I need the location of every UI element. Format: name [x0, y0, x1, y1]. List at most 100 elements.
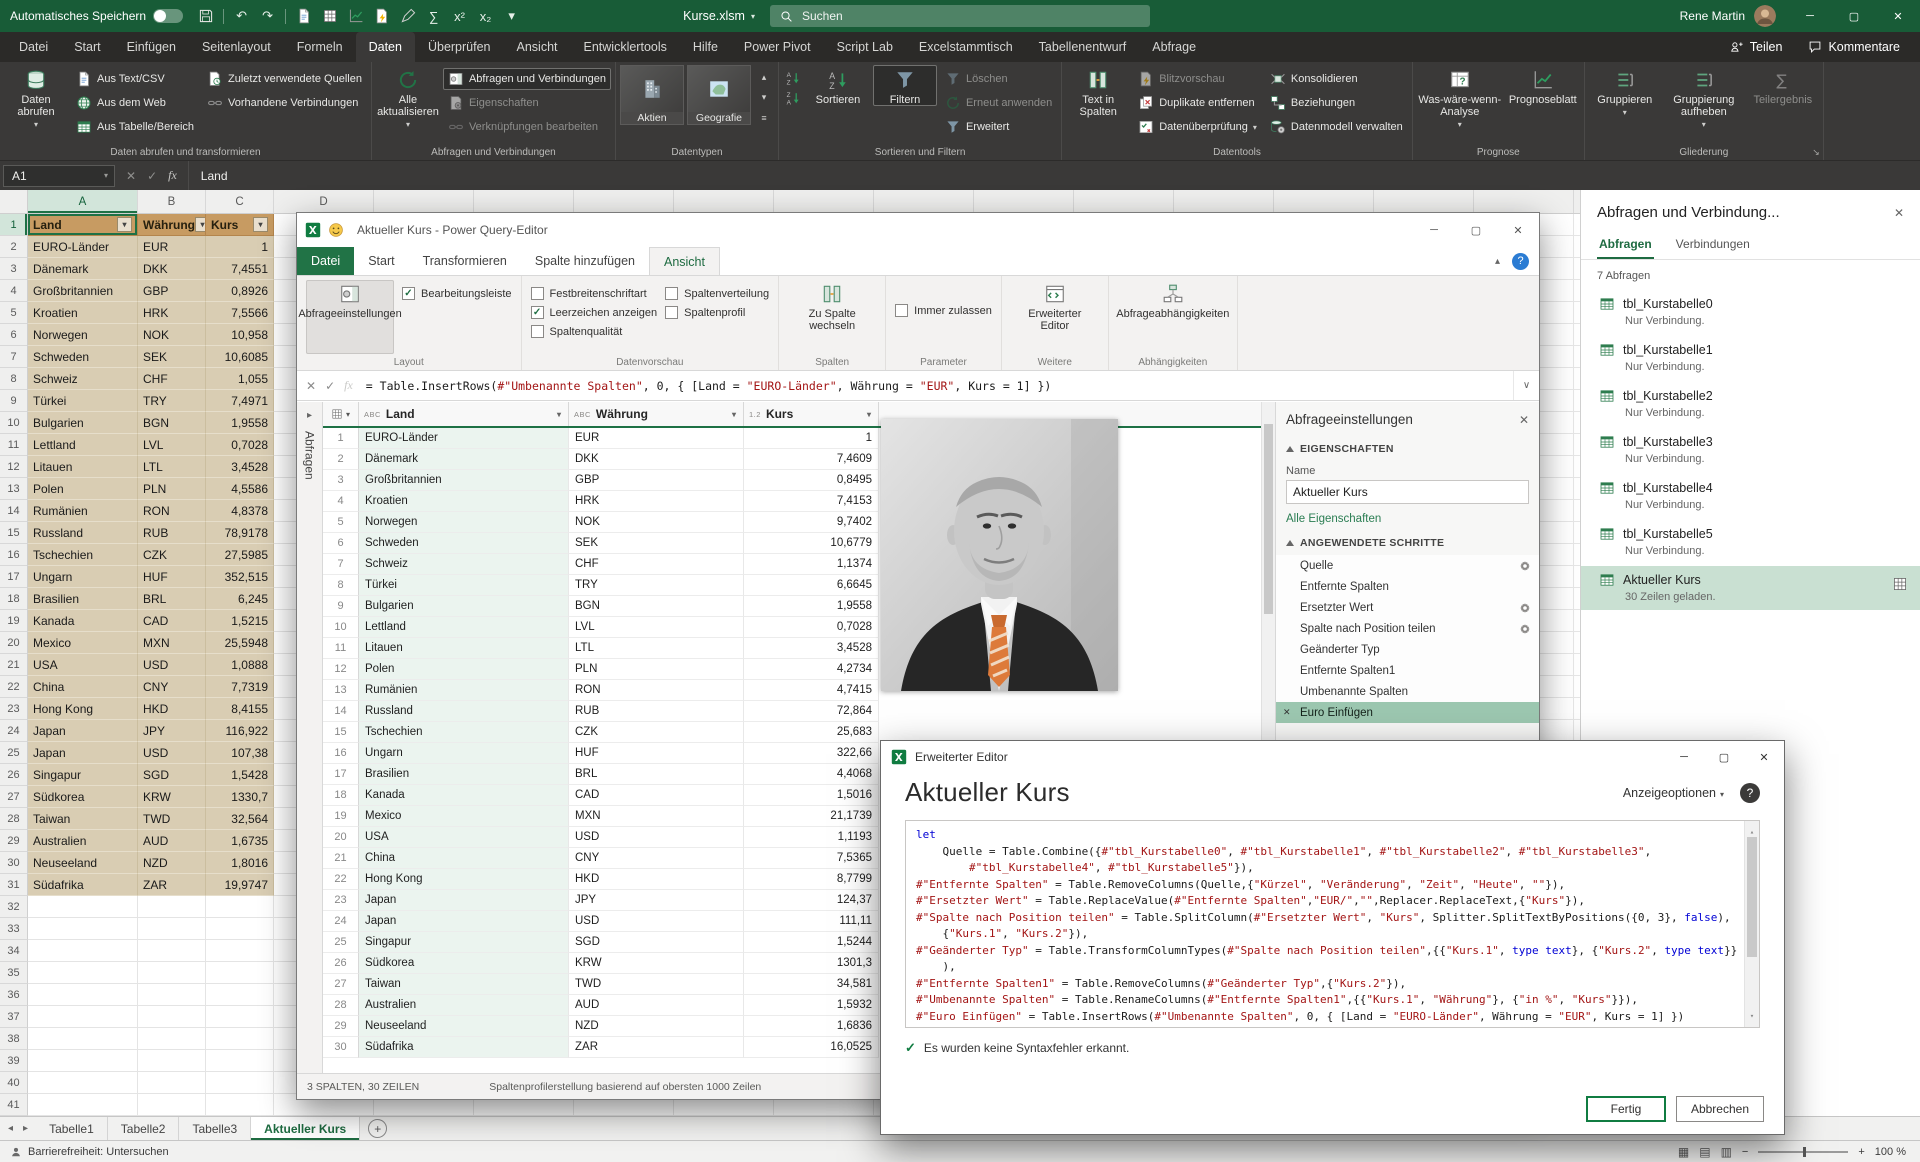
sheet-cell[interactable]: TWD — [138, 808, 206, 830]
applied-step-entfernte-spalten1[interactable]: Entfernte Spalten1 — [1276, 660, 1539, 681]
sheet-cell[interactable]: 27,5985 — [206, 544, 274, 566]
advanced-editor-button[interactable]: Erweiterter Editor — [1011, 280, 1099, 354]
sheet-cell[interactable]: 1,5428 — [206, 764, 274, 786]
help-icon[interactable]: ? — [1512, 253, 1529, 270]
pq-cell[interactable]: 16,0525 — [744, 1037, 879, 1058]
sheet-cell[interactable]: 6,245 — [206, 588, 274, 610]
sheet-cell[interactable] — [138, 962, 206, 984]
pq-tab-start[interactable]: Start — [354, 247, 408, 275]
ae-maximize-button[interactable]: ▢ — [1704, 741, 1744, 773]
sheet-cell[interactable]: Brasilien — [28, 588, 138, 610]
sheet-cell[interactable]: China — [28, 676, 138, 698]
column-header-B[interactable]: B — [138, 190, 206, 213]
sheet-cell[interactable] — [138, 1094, 206, 1116]
autosave-toggle[interactable] — [153, 9, 183, 23]
sheet-cell[interactable]: HUF — [138, 566, 206, 588]
pq-row-number[interactable]: 21 — [323, 848, 359, 869]
pq-cell[interactable]: Russland — [359, 701, 569, 722]
ribbon-tab-script-lab[interactable]: Script Lab — [824, 32, 906, 62]
row-header-20[interactable]: 20 — [0, 632, 28, 654]
pq-row-number[interactable]: 3 — [323, 470, 359, 491]
sheet-cell[interactable] — [28, 962, 138, 984]
pq-tab-spalte-hinzuf-gen[interactable]: Spalte hinzufügen — [521, 247, 649, 275]
sheet-cell[interactable] — [206, 1094, 274, 1116]
sheet-cell[interactable] — [206, 1028, 274, 1050]
row-header-17[interactable]: 17 — [0, 566, 28, 588]
pq-column-header-land[interactable]: ABCLand▾ — [359, 402, 569, 426]
formula-content[interactable]: Land — [189, 169, 228, 183]
sheet-tab-tabelle3[interactable]: Tabelle3 — [179, 1117, 251, 1140]
sheet-cell[interactable] — [138, 1028, 206, 1050]
ribbon-tab-start[interactable]: Start — [61, 32, 113, 62]
pq-cell[interactable]: Tschechien — [359, 722, 569, 743]
row-header-32[interactable]: 32 — [0, 896, 28, 918]
sheet-cell[interactable]: DKK — [138, 258, 206, 280]
pq-cell[interactable]: SEK — [569, 533, 744, 554]
query-name-input[interactable] — [1286, 480, 1529, 504]
column-header-A[interactable]: A — [28, 190, 138, 213]
sheet-cell[interactable] — [138, 984, 206, 1006]
row-header-21[interactable]: 21 — [0, 654, 28, 676]
data-types-scroll-up[interactable]: ▴ — [754, 68, 774, 87]
pq-cell[interactable]: 10,6779 — [744, 533, 879, 554]
pq-cell[interactable]: 1,5016 — [744, 785, 879, 806]
sheet-nav-left-icon[interactable]: ◂ — [8, 1123, 13, 1134]
grid-table-menu[interactable]: ▾ — [323, 402, 359, 426]
checkbox-spaltenverteilung[interactable]: Spaltenverteilung — [665, 287, 769, 300]
sheet-cell[interactable]: 4,5586 — [206, 478, 274, 500]
qat-more-chevron-icon[interactable]: ▾ — [499, 3, 524, 29]
get-data-button[interactable]: Daten abrufen▾ — [4, 65, 68, 128]
query-settings-toggle[interactable]: Abfrageeinstellungen — [306, 280, 394, 354]
ae-minimize-button[interactable]: ─ — [1664, 741, 1704, 773]
column-header-C[interactable]: C — [206, 190, 274, 213]
filter-dropdown-icon[interactable]: ▾ — [253, 217, 268, 232]
row-header-18[interactable]: 18 — [0, 588, 28, 610]
applied-step-quelle[interactable]: Quelle — [1276, 555, 1539, 576]
sheet-tab-tabelle1[interactable]: Tabelle1 — [36, 1117, 108, 1140]
sheet-cell[interactable]: RON — [138, 500, 206, 522]
pq-row-number[interactable]: 16 — [323, 743, 359, 764]
sheet-cell[interactable] — [206, 940, 274, 962]
pq-cell[interactable]: 322,66 — [744, 743, 879, 764]
sheet-cell[interactable]: HKD — [138, 698, 206, 720]
zoom-in-button[interactable]: + — [1858, 1146, 1864, 1158]
row-header-5[interactable]: 5 — [0, 302, 28, 324]
sheet-cell[interactable] — [206, 1050, 274, 1072]
pq-cell[interactable]: KRW — [569, 953, 744, 974]
sheet-cell[interactable]: 0,7028 — [206, 434, 274, 456]
query-item-tbl-kurstabelle5[interactable]: tbl_Kurstabelle5Nur Verbindung. — [1581, 520, 1920, 564]
pq-cell[interactable]: Neuseeland — [359, 1016, 569, 1037]
pq-cell[interactable]: 111,11 — [744, 911, 879, 932]
pq-cell[interactable]: Australien — [359, 995, 569, 1016]
sheet-cell[interactable]: 0,8926 — [206, 280, 274, 302]
pq-row-number[interactable]: 8 — [323, 575, 359, 596]
sheet-cell[interactable]: 1330,7 — [206, 786, 274, 808]
pq-cell[interactable]: RON — [569, 680, 744, 701]
consolidate-button[interactable]: Konsolidieren — [1265, 68, 1408, 90]
sheet-cell[interactable]: Singapur — [28, 764, 138, 786]
pq-cell[interactable]: USA — [359, 827, 569, 848]
pq-profiling-status[interactable]: Spaltenprofilerstellung basierend auf ob… — [489, 1081, 761, 1093]
row-header-6[interactable]: 6 — [0, 324, 28, 346]
sheet-cell[interactable]: SGD — [138, 764, 206, 786]
pq-cell[interactable]: Hong Kong — [359, 869, 569, 890]
sheet-cell[interactable]: NOK — [138, 324, 206, 346]
sheet-cell[interactable]: Schweden — [28, 346, 138, 368]
pq-cell[interactable]: CNY — [569, 848, 744, 869]
sheet-cell[interactable]: Japan — [28, 720, 138, 742]
save-button[interactable] — [193, 3, 218, 29]
all-properties-link[interactable]: Alle Eigenschaften — [1276, 504, 1539, 531]
pq-cell[interactable]: HUF — [569, 743, 744, 764]
confirm-entry-icon[interactable]: ✓ — [147, 169, 157, 183]
document-icon[interactable] — [291, 3, 316, 29]
text-to-columns-button[interactable]: Text in Spalten — [1066, 65, 1130, 118]
sheet-cell[interactable]: Bulgarien — [28, 412, 138, 434]
sheet-cell[interactable]: Australien — [28, 830, 138, 852]
sheet-cell[interactable]: Schweiz — [28, 368, 138, 390]
pq-cell[interactable]: China — [359, 848, 569, 869]
superscript-icon[interactable]: x² — [447, 3, 472, 29]
pq-row-number[interactable]: 29 — [323, 1016, 359, 1037]
ribbon-tab-formeln[interactable]: Formeln — [284, 32, 356, 62]
pq-cell[interactable]: 8,7799 — [744, 869, 879, 890]
pq-row-number[interactable]: 14 — [323, 701, 359, 722]
